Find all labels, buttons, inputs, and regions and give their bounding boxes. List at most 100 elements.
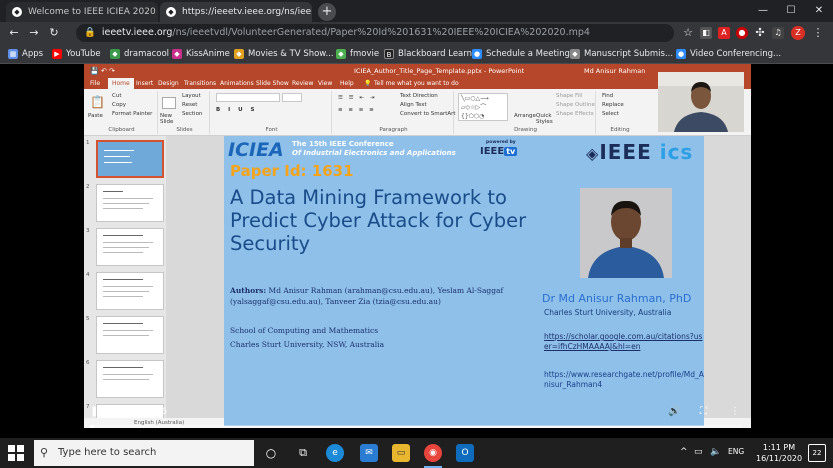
language-indicator[interactable]: ENG	[728, 447, 744, 456]
menu-kebab-icon[interactable]: ⋮	[812, 27, 824, 39]
bookmark-apps[interactable]: ▦ Apps	[8, 44, 43, 64]
window-controls: — ☐ ✕	[749, 0, 833, 22]
volume-icon[interactable]: 🔊	[668, 404, 682, 420]
slide-title: A Data Mining Framework to Predict Cyber…	[230, 186, 527, 255]
tab-help: Help	[340, 80, 354, 87]
pause-icon[interactable]: ❚❚	[90, 404, 107, 420]
puzzle-extensions-icon[interactable]: ✣	[754, 27, 766, 39]
text-direction-label: Text Direction	[400, 93, 438, 99]
scholar-link: https://scholar.google.com.au/citations?…	[544, 332, 703, 351]
taskbar-search-box[interactable]: ⚲ Type here to search	[34, 440, 254, 466]
researchgate-link: https://www.researchgate.net/profile/Md_…	[544, 370, 704, 389]
zoom-icon: ●	[676, 49, 686, 59]
thumb-line	[103, 247, 149, 248]
new-slide-label: New Slide	[160, 113, 174, 125]
maximize-icon[interactable]: ☐	[777, 0, 805, 22]
bookmark-dramacool[interactable]: ◆ dramacool	[110, 44, 169, 64]
close-tab-icon[interactable]: ✕	[156, 7, 158, 18]
close-window-icon[interactable]: ✕	[805, 0, 833, 22]
tab-welcome[interactable]: ◆ Welcome to IEEE ICIEA 2020 ✕	[6, 2, 158, 22]
shape-effects-label: Shape Effects	[556, 111, 594, 117]
font-name-box	[216, 93, 280, 102]
task-view-icon[interactable]: ⧉	[294, 444, 312, 462]
bookmark-label: Video Conferencing...	[690, 49, 782, 59]
mail-icon[interactable]: ✉	[360, 444, 378, 462]
bookmark-blackboard[interactable]: B Blackboard Learn	[384, 44, 472, 64]
ribbon-tabs: File Home Insert Design Transitions Anim…	[84, 78, 751, 89]
bookmark-manuscript[interactable]: ◆ Manuscript Submis...	[570, 44, 673, 64]
thumb-line	[103, 335, 149, 336]
close-tab-icon[interactable]: ✕	[311, 7, 312, 18]
group-editing: Find Replace Select Editing	[598, 91, 642, 134]
thumb-line	[103, 198, 153, 199]
chrome-icon[interactable]: ◉	[424, 444, 442, 462]
taskbar-clock[interactable]: 1:11 PM 16/11/2020	[756, 442, 802, 464]
fullscreen-icon[interactable]: ⛶	[700, 404, 714, 420]
current-slide: ICIEA The 15th IEEE Conference Of Indust…	[224, 136, 704, 426]
iciea-logo: ICIEA	[228, 139, 284, 161]
tab-title: https://ieeetv.ieee.org/ns/iee	[182, 7, 312, 17]
group-drawing: ╲▭○△⟶ ▱◇☆▷⌒ {}⬠⬡◔ Arrange Quick Styles Sha…	[456, 91, 596, 134]
duration: 33:56	[140, 407, 167, 417]
speaker-icon[interactable]: 🔈	[710, 447, 721, 457]
more-options-icon[interactable]: ⋮	[730, 404, 740, 420]
video-progress-bar[interactable]	[90, 425, 742, 428]
star-bookmark-icon[interactable]: ☆	[682, 27, 694, 39]
bookmark-label: Apps	[22, 49, 44, 59]
network-icon[interactable]: ▭	[694, 447, 703, 457]
bookmark-label: Movies & TV Show...	[248, 49, 334, 59]
thumb-line	[103, 279, 143, 280]
bookmark-fmovie[interactable]: ◆ fmovie	[336, 44, 379, 64]
windows-start-icon[interactable]	[8, 445, 24, 461]
chevron-up-icon[interactable]: ^	[680, 447, 688, 457]
pdf-extension-icon[interactable]: A	[718, 27, 730, 39]
bookmark-kissanime[interactable]: ◆ KissAnime	[172, 44, 230, 64]
thumb-line	[103, 323, 143, 324]
back-arrow-icon[interactable]: ←	[4, 22, 24, 44]
bookmark-video-conferencing[interactable]: ● Video Conferencing...	[676, 44, 781, 64]
youtube-icon: ▶	[52, 49, 62, 59]
bookmark-youtube[interactable]: ▶ YouTube	[52, 44, 101, 64]
group-label: Clipboard	[108, 127, 135, 133]
tab-video[interactable]: ◆ https://ieeetv.ieee.org/ns/iee ✕	[160, 2, 312, 22]
group-label: Paragraph	[379, 127, 408, 133]
list-buttons: ☰ ☰ ⇤ ⇥	[338, 95, 377, 101]
reload-icon[interactable]: ↻	[44, 22, 64, 44]
forward-arrow-icon[interactable]: →	[24, 22, 44, 44]
search-icon: ⚲	[40, 446, 49, 459]
bookmark-schedule-meeting[interactable]: ● Schedule a Meeting...	[472, 44, 578, 64]
thumb-line	[104, 156, 130, 157]
cut-label: Cut	[112, 93, 122, 99]
new-tab-button[interactable]: +	[318, 3, 336, 21]
bookmark-icon: ◆	[336, 49, 346, 59]
edge-icon[interactable]: e	[326, 444, 344, 462]
notification-center-icon[interactable]: 22	[808, 444, 826, 462]
group-label: Editing	[610, 127, 630, 133]
cortana-icon[interactable]: ○	[262, 444, 280, 462]
thumb-line	[103, 379, 149, 380]
thumb-line	[103, 367, 143, 368]
authors-list: Md Anisur Rahman (arahman@csu.edu.au), Y…	[230, 286, 504, 306]
paste-icon: 📋	[90, 95, 105, 109]
lightbulb-icon: 💡	[364, 80, 372, 87]
bookmark-label: YouTube	[66, 49, 101, 59]
windows-taskbar: ⚲ Type here to search ○ ⧉ e ✉ ▭ ◉ O ^ ▭ …	[0, 438, 833, 468]
extension-icon[interactable]: ◧	[700, 27, 712, 39]
thumb-line	[104, 162, 132, 163]
outlook-icon[interactable]: O	[456, 444, 474, 462]
address-bar[interactable]: 🔒 ieeetv.ieee.org/ns/ieeetvdl/VolunteerGe…	[76, 24, 674, 42]
conference-line-2: Of Industrial Electronics and Applicatio…	[292, 149, 456, 157]
minimize-icon[interactable]: —	[749, 0, 777, 22]
media-control-icon[interactable]: ♫	[772, 27, 784, 39]
bookmark-movies[interactable]: ◆ Movies & TV Show...	[234, 44, 334, 64]
adblock-extension-icon[interactable]: ●	[736, 27, 748, 39]
tell-me-box: Tell me what you want to do	[374, 80, 459, 87]
thumb-line	[103, 291, 149, 292]
thumb-line	[103, 242, 153, 243]
profile-avatar[interactable]: Z	[791, 26, 805, 40]
file-explorer-icon[interactable]: ▭	[392, 444, 410, 462]
group-clipboard: 📋 Paste Cut Copy Format Painter Clipboar…	[86, 91, 158, 134]
ieee-ies-logo: ◈IEEE ics	[586, 140, 693, 164]
authors-label: Authors:	[230, 286, 267, 295]
thumb-line	[103, 191, 123, 192]
